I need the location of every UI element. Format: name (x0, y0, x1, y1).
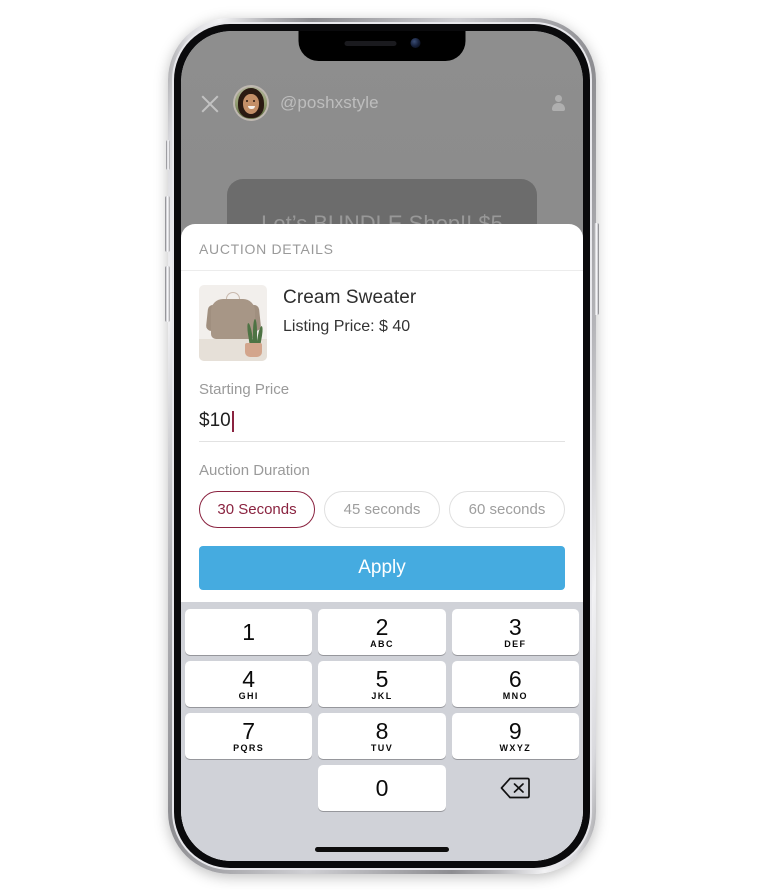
key-letters: ABC (370, 638, 394, 649)
silent-switch-button[interactable] (166, 140, 170, 170)
key-5[interactable]: 5 JKL (318, 661, 446, 707)
key-digit: 9 (508, 717, 522, 744)
key-letters: TUV (370, 742, 394, 753)
key-8[interactable]: 8 TUV (318, 713, 446, 759)
key-digit: 3 (508, 613, 522, 640)
key-6[interactable]: 6 MNO (451, 661, 579, 707)
speaker-grille (344, 40, 396, 46)
keypad-row: 4 GHI 5 JKL 6 MNO (185, 661, 579, 707)
front-camera-icon (410, 38, 420, 48)
backspace-key[interactable] (452, 765, 579, 811)
key-digit: 6 (508, 665, 522, 692)
key-2[interactable]: 2 ABC (318, 609, 446, 655)
volume-up-button[interactable] (165, 196, 170, 252)
key-1[interactable]: 1 (185, 609, 313, 655)
key-digit: 7 (242, 717, 256, 744)
key-letters: MNO (502, 690, 528, 701)
close-icon[interactable] (199, 92, 221, 114)
key-digit: 8 (375, 717, 389, 744)
person-icon (551, 95, 565, 111)
viewer-count-icon[interactable] (551, 95, 565, 111)
home-indicator[interactable] (315, 847, 449, 852)
key-letters: PQRS (233, 742, 265, 753)
sheet-header: AUCTION DETAILS (181, 224, 583, 271)
key-letters: DEF (504, 638, 527, 649)
key-digit: 5 (375, 665, 389, 692)
duration-option-30[interactable]: 30 Seconds (199, 491, 315, 528)
key-digit: 1 (242, 618, 256, 645)
phone-device-frame: @poshxstyle Let’s BUNDLE Shop!! $5 Start… (165, 18, 599, 874)
starting-price-label: Starting Price (199, 381, 290, 398)
product-name: Cream Sweater (283, 287, 417, 308)
product-thumbnail-image (199, 285, 267, 361)
product-listing-price: Listing Price: $ 40 (283, 318, 411, 335)
product-summary-row: Cream Sweater Listing Price: $ 40 (199, 285, 565, 361)
phone-screen: @poshxstyle Let’s BUNDLE Shop!! $5 Start… (181, 31, 583, 861)
key-9[interactable]: 9 WXYZ (451, 713, 579, 759)
duration-option-60[interactable]: 60 seconds (449, 491, 565, 528)
seller-handle[interactable]: @poshxstyle (280, 93, 379, 113)
key-digit: 4 (242, 665, 256, 692)
keypad-row: 0 (185, 765, 579, 811)
live-stream-topbar: @poshxstyle (181, 81, 583, 125)
key-7[interactable]: 7 PQRS (185, 713, 313, 759)
auction-duration-options: 30 Seconds 45 seconds 60 seconds (199, 491, 565, 528)
page-title: AUCTION DETAILS (199, 241, 334, 257)
key-digit: 0 (375, 774, 389, 801)
text-caret (231, 410, 234, 432)
key-3[interactable]: 3 DEF (451, 609, 579, 655)
key-letters: WXYZ (499, 742, 532, 753)
key-letters: GHI (238, 690, 259, 701)
phone-bezel: @poshxstyle Let’s BUNDLE Shop!! $5 Start… (181, 31, 583, 861)
key-digit: 2 (375, 613, 389, 640)
power-button[interactable] (594, 223, 599, 315)
key-4[interactable]: 4 GHI (185, 661, 313, 707)
auction-details-sheet: AUCTION DETAILS Cream Sweater Listing Pr… (181, 224, 583, 861)
device-notch (298, 31, 466, 61)
product-info: Cream Sweater Listing Price: $ 40 (283, 285, 416, 336)
keypad-row: 1 2 ABC 3 DEF (185, 609, 579, 655)
keypad-row: 7 PQRS 8 TUV 9 WXYZ (185, 713, 579, 759)
apply-button[interactable]: Apply (199, 546, 565, 590)
duration-option-45[interactable]: 45 seconds (324, 491, 440, 528)
volume-down-button[interactable] (165, 266, 170, 322)
backspace-icon (500, 777, 531, 799)
auction-duration-label: Auction Duration (199, 462, 310, 479)
starting-price-value: $10 (199, 410, 231, 431)
sheet-body: Cream Sweater Listing Price: $ 40 Starti… (181, 271, 583, 528)
starting-price-input[interactable]: $10 (199, 410, 565, 442)
key-letters: JKL (371, 690, 393, 701)
numeric-keypad: 1 2 ABC 3 DEF 4 GHI 5 JKL 6 MNO 7 PQRS 8… (181, 602, 583, 861)
key-0[interactable]: 0 (318, 765, 446, 811)
avatar[interactable] (233, 85, 269, 121)
key-blank-left (185, 765, 312, 811)
